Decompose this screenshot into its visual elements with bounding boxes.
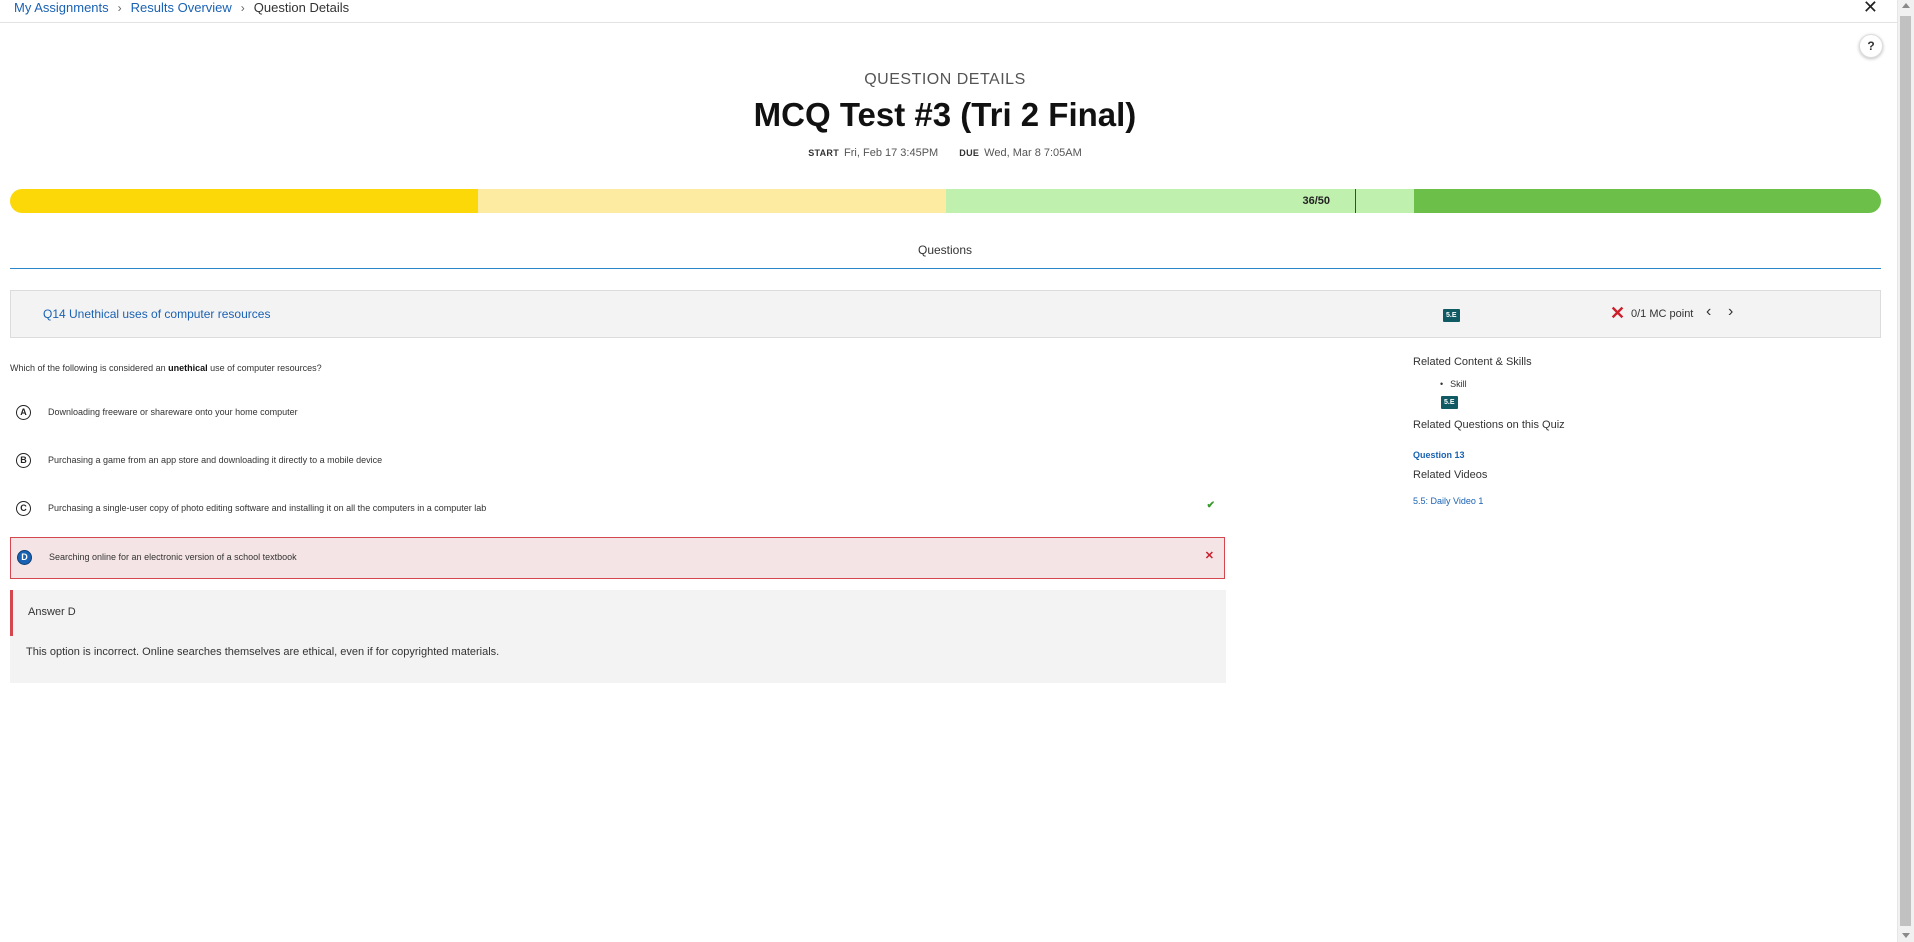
start-value: Fri, Feb 17 3:45PM [844, 147, 939, 159]
breadcrumb-my-assignments[interactable]: My Assignments [14, 0, 109, 15]
breadcrumb-separator: › [117, 1, 122, 15]
explanation-title: Answer D [28, 606, 76, 618]
stem-text-after: use of computer resources? [207, 363, 322, 373]
answer-option-d[interactable]: D Searching online for an electronic ver… [10, 537, 1225, 579]
start-label: START [808, 148, 840, 158]
option-text: Purchasing a single-user copy of photo e… [48, 503, 487, 513]
score-band-4 [1414, 189, 1881, 213]
due-value: Wed, Mar 8 7:05AM [984, 147, 1082, 159]
scroll-up-arrow-icon[interactable] [1902, 3, 1910, 8]
question-title-link[interactable]: Q14 Unethical uses of computer resources [43, 307, 270, 321]
skill-badge: 5.E [1443, 309, 1460, 322]
page-header: QUESTION DETAILS MCQ Test #3 (Tri 2 Fina… [0, 70, 1890, 160]
question-header: Q14 Unethical uses of computer resources… [10, 290, 1881, 338]
option-letter-b: B [16, 453, 31, 468]
related-videos-heading: Related Videos [1413, 469, 1488, 481]
incorrect-answer-x-icon: ✕ [1204, 550, 1214, 562]
page-title: MCQ Test #3 (Tri 2 Final) [753, 96, 1137, 133]
breadcrumb: My Assignments › Results Overview › Question… [14, 0, 349, 16]
scroll-thumb[interactable] [1900, 16, 1911, 926]
question-score: 0/1 MC point [1631, 308, 1694, 320]
skill-list-item: Skill [1440, 379, 1467, 389]
breadcrumb-separator: › [240, 1, 245, 15]
breadcrumb-current: Question Details [253, 0, 350, 15]
score-label: 36/50 [1302, 195, 1330, 207]
page-eyebrow: QUESTION DETAILS [864, 71, 1026, 88]
option-letter-d: D [17, 550, 32, 565]
related-content-heading: Related Content & Skills [1413, 356, 1532, 368]
option-letter-c: C [16, 501, 31, 516]
option-text: Searching online for an electronic versi… [49, 552, 297, 562]
related-questions-heading: Related Questions on this Quiz [1413, 419, 1565, 431]
question-stem: Which of the following is considered an … [10, 363, 322, 373]
option-letter-a: A [16, 405, 31, 420]
option-text: Downloading freeware or shareware onto y… [48, 407, 298, 417]
assignment-dates: START Fri, Feb 17 3:45PM DUE Wed, Mar 8 7:… [0, 146, 1890, 160]
tab-questions[interactable]: Questions [0, 243, 1890, 257]
stem-text-before: Which of the following is considered an [10, 363, 169, 373]
score-marker [1355, 189, 1356, 213]
sidebar-skill-badge: 5.E [1441, 396, 1458, 409]
correct-answer-check-icon: ✔ [1206, 500, 1215, 511]
answer-explanation: Answer D This option is incorrect. Onlin… [10, 590, 1226, 683]
answer-option-a[interactable]: A Downloading freeware or shareware onto… [10, 393, 1225, 433]
score-band-2 [478, 189, 946, 213]
scroll-down-arrow-icon[interactable] [1902, 933, 1910, 938]
close-icon[interactable]: ✕ [1863, 0, 1878, 17]
answer-option-c[interactable]: C Purchasing a single-user copy of photo… [10, 489, 1225, 529]
related-question-link[interactable]: Question 13 [1413, 450, 1465, 460]
breadcrumb-results-overview[interactable]: Results Overview [131, 0, 232, 15]
score-progress-bar: 36/50 [10, 189, 1881, 213]
stem-emphasis: unethical [168, 363, 208, 373]
due-label: DUE [959, 148, 980, 158]
score-band-3: 36/50 [946, 189, 1414, 213]
previous-question-icon[interactable]: ‹ [1706, 303, 1711, 321]
help-button[interactable]: ? [1859, 34, 1883, 58]
tab-underline [10, 268, 1881, 269]
option-text: Purchasing a game from an app store and … [48, 455, 383, 465]
answer-option-b[interactable]: B Purchasing a game from an app store an… [10, 441, 1225, 481]
related-video-link[interactable]: 5.5: Daily Video 1 [1413, 496, 1483, 506]
score-band-1 [10, 189, 478, 213]
explanation-accent-bar [10, 590, 13, 636]
incorrect-icon: ✕ [1610, 303, 1626, 323]
explanation-text: This option is incorrect. Online searche… [26, 646, 500, 658]
top-bar: My Assignments › Results Overview › Question… [0, 0, 1898, 23]
vertical-scrollbar[interactable] [1897, 0, 1914, 942]
next-question-icon[interactable]: › [1728, 303, 1733, 321]
